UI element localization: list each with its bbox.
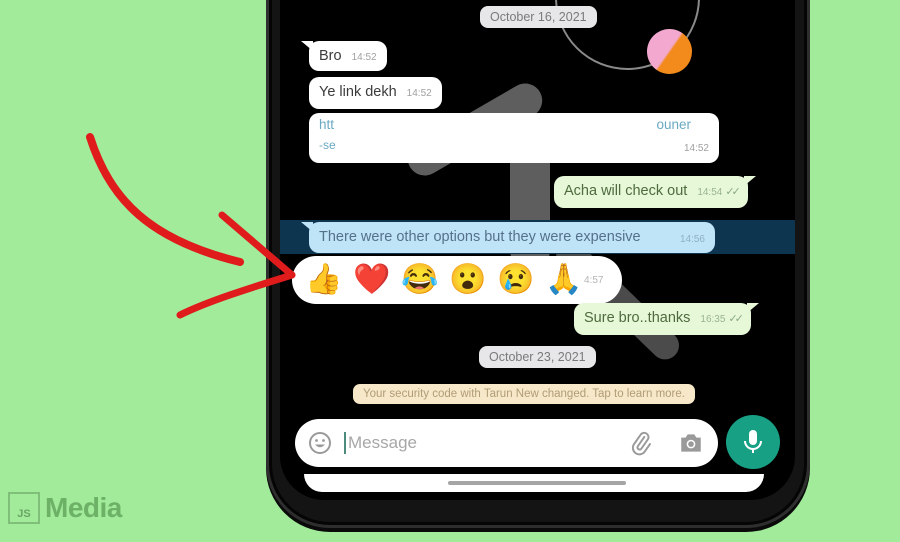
- read-ticks-icon: ✓✓: [728, 313, 744, 325]
- folded-hands-reaction-icon[interactable]: 🙏: [540, 265, 588, 295]
- link-text-end[interactable]: ouner: [656, 117, 691, 132]
- watermark: JS Media: [8, 492, 122, 524]
- message-outgoing[interactable]: Acha will check out 14:54 ✓✓: [554, 176, 756, 208]
- message-time: 14:56: [679, 234, 705, 245]
- message-time: 16:35: [700, 314, 726, 325]
- voice-record-button[interactable]: [726, 415, 780, 469]
- link-text-start[interactable]: htt: [319, 117, 334, 132]
- message-text: Acha will check out: [564, 183, 688, 199]
- arrow-shaft: [86, 133, 244, 266]
- message-text: Sure bro..thanks: [584, 310, 691, 326]
- watermark-text: Media: [45, 492, 122, 523]
- date-chip: October 23, 2021: [479, 346, 596, 368]
- reaction-picker: 👍 ❤️ 😂 😮 😢 🙏 4:57: [292, 256, 622, 304]
- thumbs-up-reaction-icon[interactable]: 👍: [300, 265, 348, 295]
- read-ticks-icon: ✓✓: [725, 186, 741, 198]
- heart-reaction-icon[interactable]: ❤️: [348, 265, 396, 295]
- attach-icon[interactable]: [628, 430, 654, 456]
- link-text-line2[interactable]: -se: [319, 138, 336, 152]
- message-time: 14:52: [683, 143, 709, 154]
- emoji-icon[interactable]: [308, 431, 332, 455]
- message-text: There were other options but they were e…: [319, 229, 641, 245]
- tears-of-joy-reaction-icon[interactable]: 😂: [396, 265, 444, 295]
- message-composer: [295, 419, 718, 467]
- crying-reaction-icon[interactable]: 😢: [492, 265, 540, 295]
- message-time: 14:52: [406, 88, 432, 99]
- camera-icon[interactable]: [678, 430, 704, 456]
- message-incoming[interactable]: Ye link dekh 14:52: [309, 77, 442, 109]
- security-code-notice[interactable]: Your security code with Tarun New change…: [353, 384, 695, 404]
- surprised-reaction-icon[interactable]: 😮: [444, 265, 492, 295]
- message-text: Ye link dekh: [319, 84, 397, 100]
- message-incoming[interactable]: Bro 14:52: [301, 41, 387, 71]
- message-link[interactable]: htt ouner -se 14:52: [309, 113, 719, 163]
- mic-icon: [744, 430, 762, 453]
- message-outgoing[interactable]: Sure bro..thanks 16:35 ✓✓: [574, 303, 759, 335]
- message-time-partial: 4:57: [584, 274, 604, 286]
- message-text: Bro: [319, 48, 342, 64]
- message-input[interactable]: [344, 432, 614, 454]
- message-time: 14:54: [697, 187, 723, 198]
- watermark-logo-box: JS: [8, 492, 40, 524]
- wallpaper-dot: [647, 29, 692, 74]
- home-indicator[interactable]: [448, 481, 626, 485]
- date-chip: October 16, 2021: [480, 6, 597, 28]
- message-time: 14:52: [351, 52, 377, 63]
- message-incoming-selected[interactable]: There were other options but they were e…: [301, 222, 715, 253]
